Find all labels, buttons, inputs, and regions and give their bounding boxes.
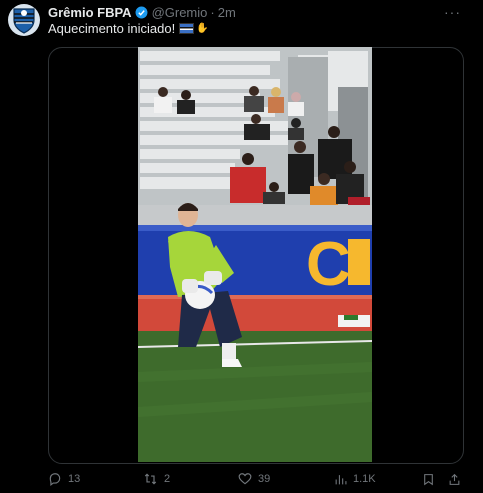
bookmark-button[interactable] xyxy=(422,472,448,487)
stand-wall xyxy=(138,205,372,225)
video-player[interactable]: C xyxy=(138,47,372,462)
post-text: Aquecimento iniciado! ✋ xyxy=(48,21,209,36)
author-name[interactable]: Grêmio FBPA xyxy=(48,5,132,20)
header-separator: · xyxy=(210,4,215,20)
repost-icon xyxy=(144,473,157,485)
like-count: 39 xyxy=(258,473,271,485)
share-icon xyxy=(449,473,460,485)
heart-icon xyxy=(238,473,252,485)
views-button[interactable]: 1.1K xyxy=(334,473,422,486)
running-track xyxy=(138,295,372,335)
author-handle[interactable]: @Gremio xyxy=(152,5,208,20)
post-timestamp[interactable]: 2m xyxy=(218,5,236,20)
track-divider xyxy=(138,295,372,299)
club-crest-icon xyxy=(13,8,35,34)
hand-wave-emoji-icon: ✋ xyxy=(196,23,209,34)
analytics-icon xyxy=(335,474,347,484)
repost-count: 2 xyxy=(164,473,171,485)
like-button[interactable]: 39 xyxy=(238,472,334,486)
video-frame: C xyxy=(138,47,372,462)
post-avatar[interactable] xyxy=(8,4,40,36)
ad-banner-letter xyxy=(348,239,370,285)
flag-emoji-icon xyxy=(179,23,195,34)
share-button[interactable] xyxy=(448,472,462,487)
post-header: Grêmio FBPA @Gremio · 2m ··· xyxy=(48,4,473,20)
more-options-button[interactable]: ··· xyxy=(444,4,461,20)
reply-button[interactable]: 13 xyxy=(48,472,143,486)
post-actions: 13 2 39 1.1K xyxy=(48,470,471,488)
post-text-content: Aquecimento iniciado! xyxy=(48,21,176,36)
ad-banner-text: C xyxy=(306,230,351,299)
views-count: 1.1K xyxy=(353,473,376,485)
verified-badge-icon xyxy=(135,6,148,19)
reply-icon xyxy=(49,473,61,486)
repost-button[interactable]: 2 xyxy=(143,472,238,486)
reply-count: 13 xyxy=(68,473,81,485)
bookmark-icon xyxy=(424,473,433,485)
